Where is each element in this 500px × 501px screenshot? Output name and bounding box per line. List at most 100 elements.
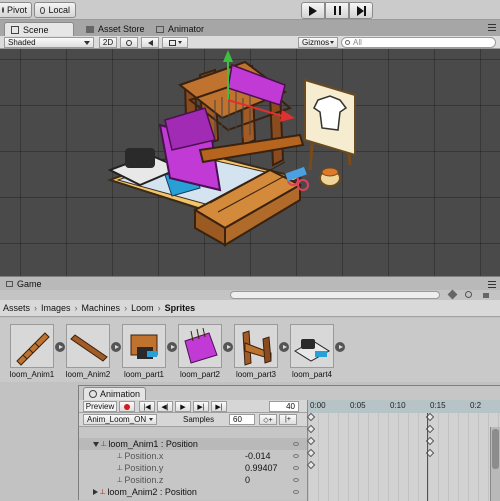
local-label: Local bbox=[48, 5, 70, 15]
asset-item[interactable]: loom_part4 bbox=[284, 324, 345, 379]
property-group-row[interactable]: ⟂ loom_Anim1 : Position bbox=[79, 438, 307, 450]
playhead[interactable] bbox=[427, 413, 428, 501]
anim-play-button[interactable]: ▶ bbox=[175, 401, 191, 412]
property-value[interactable]: -0.014 bbox=[245, 451, 285, 461]
asset-item[interactable]: loom_part3 bbox=[228, 324, 289, 379]
property-value[interactable]: 0 bbox=[245, 475, 285, 485]
toggle-icon[interactable] bbox=[293, 442, 299, 446]
panel-menu-icon[interactable] bbox=[488, 24, 496, 25]
last-keyframe-button[interactable]: ▶| bbox=[211, 401, 227, 412]
favorite-icon[interactable] bbox=[464, 290, 476, 299]
property-group-label: ⟂ loom_Anim1 : Position bbox=[93, 439, 198, 449]
shading-mode-dropdown[interactable]: Shaded bbox=[4, 37, 94, 48]
lock-icon[interactable] bbox=[480, 290, 494, 299]
speaker-icon bbox=[147, 39, 153, 46]
panel-menu-icon[interactable] bbox=[488, 281, 496, 282]
asset-item[interactable]: loom_Anim1 bbox=[4, 324, 65, 379]
property-row[interactable]: ⟂ Position.x -0.014 bbox=[79, 450, 307, 462]
property-label: ⟂ Position.z bbox=[117, 475, 163, 485]
animation-window: Animation Preview |◀ ◀| ▶ ▶| ▶| 40 0:00 … bbox=[78, 385, 500, 501]
step-button[interactable] bbox=[349, 2, 373, 19]
transform-icon: ⟂ bbox=[117, 463, 123, 472]
local-toggle[interactable]: Local bbox=[34, 2, 76, 18]
search-placeholder: All bbox=[353, 38, 362, 47]
record-icon bbox=[124, 403, 130, 410]
keyframe[interactable] bbox=[306, 436, 316, 446]
label-filter-icon[interactable] bbox=[447, 289, 460, 300]
prev-keyframe-button[interactable]: ◀| bbox=[157, 401, 173, 412]
chevron-down-icon bbox=[177, 41, 182, 44]
toggle-icon[interactable] bbox=[293, 490, 299, 494]
samples-field[interactable]: 60 bbox=[229, 414, 255, 425]
pivot-label: Pivot bbox=[7, 5, 28, 15]
chevron-down-icon bbox=[84, 40, 90, 45]
skip-forward-icon: ▶| bbox=[215, 403, 223, 411]
pivot-icon bbox=[2, 7, 4, 13]
tab-animator[interactable]: Animator bbox=[150, 22, 210, 36]
toggle-icon[interactable] bbox=[293, 478, 299, 482]
toggle-icon[interactable] bbox=[293, 466, 299, 470]
next-icon: ▶| bbox=[197, 403, 205, 411]
frame-field[interactable]: 40 bbox=[269, 401, 299, 412]
clip-dropdown[interactable]: Anim_Loom_ON bbox=[83, 414, 157, 425]
asset-label: loom_part2 bbox=[179, 370, 221, 379]
asset-label: loom_part3 bbox=[235, 370, 277, 379]
property-name: Position.y bbox=[124, 463, 164, 473]
property-value[interactable]: 0.99407 bbox=[245, 463, 285, 473]
dopesheet[interactable] bbox=[306, 412, 500, 501]
tab-game[interactable]: Game bbox=[0, 277, 48, 291]
next-keyframe-button[interactable]: ▶| bbox=[193, 401, 209, 412]
scrollbar-thumb[interactable] bbox=[492, 429, 499, 469]
scene-view[interactable] bbox=[0, 49, 500, 276]
keyframe[interactable] bbox=[306, 424, 316, 434]
expand-arrow-icon[interactable] bbox=[335, 342, 345, 352]
effects-dropdown[interactable] bbox=[162, 37, 188, 48]
breadcrumb-item-images[interactable]: Images bbox=[41, 303, 71, 313]
asset-item[interactable]: loom_part2 bbox=[172, 324, 233, 379]
breadcrumb-item-machines[interactable]: Machines bbox=[82, 303, 121, 313]
timeline-tick: 0:10 bbox=[390, 401, 406, 410]
gizmos-dropdown[interactable]: Gizmos bbox=[298, 37, 338, 48]
record-button[interactable] bbox=[119, 401, 135, 412]
chevron-right-icon: › bbox=[34, 303, 38, 313]
vertical-scrollbar[interactable] bbox=[490, 427, 500, 501]
mode-2d-button[interactable]: 2D bbox=[99, 37, 117, 48]
chevron-right-icon bbox=[93, 489, 98, 495]
pivot-toggle[interactable]: Pivot bbox=[0, 2, 32, 18]
property-group-row[interactable]: ⟂ loom_Anim2 : Position bbox=[79, 486, 307, 498]
play-icon: ▶ bbox=[180, 403, 186, 411]
add-keyframe-button[interactable]: ◇+ bbox=[259, 414, 277, 425]
add-event-button[interactable]: |+ bbox=[279, 414, 297, 425]
property-row[interactable]: ⟂ Position.z 0 bbox=[79, 474, 307, 486]
asset-item[interactable]: loom_part1 bbox=[116, 324, 177, 379]
scene-search-field[interactable]: All bbox=[341, 37, 496, 48]
pause-button[interactable] bbox=[325, 2, 349, 19]
property-row[interactable]: ⟂ Position.y 0.99407 bbox=[79, 462, 307, 474]
sprite-thumbnail bbox=[234, 324, 289, 368]
asset-item[interactable]: loom_Anim2 bbox=[60, 324, 121, 379]
property-label: ⟂ Position.x bbox=[117, 451, 163, 461]
play-button[interactable] bbox=[301, 2, 325, 19]
chevron-down-icon bbox=[93, 441, 99, 447]
project-search-field[interactable] bbox=[230, 291, 440, 299]
timeline-ruler[interactable]: 0:00 0:05 0:10 0:15 0:2 bbox=[307, 400, 500, 413]
tab-animation-label: Animation bbox=[100, 389, 141, 399]
lighting-toggle[interactable] bbox=[120, 37, 138, 48]
tab-animation[interactable]: Animation bbox=[83, 387, 147, 400]
breadcrumb-item-assets[interactable]: Assets bbox=[3, 303, 30, 313]
audio-toggle[interactable] bbox=[141, 37, 159, 48]
add-event-icon: |+ bbox=[285, 416, 291, 423]
first-keyframe-button[interactable]: |◀ bbox=[139, 401, 155, 412]
asset-label: loom_Anim2 bbox=[65, 370, 111, 379]
toggle-icon[interactable] bbox=[293, 454, 299, 458]
tab-scene[interactable]: Scene bbox=[4, 22, 74, 36]
keyframe[interactable] bbox=[306, 448, 316, 458]
keyframe[interactable] bbox=[306, 412, 316, 422]
asset-label: loom_part4 bbox=[291, 370, 333, 379]
breadcrumb-item-loom[interactable]: Loom bbox=[131, 303, 154, 313]
tab-asset-store[interactable]: Asset Store bbox=[80, 22, 151, 36]
breadcrumb-item-sprites[interactable]: Sprites bbox=[165, 303, 196, 313]
keyframe[interactable] bbox=[306, 460, 316, 470]
transform-icon: ⟂ bbox=[117, 475, 123, 484]
preview-button[interactable]: Preview bbox=[83, 401, 117, 412]
